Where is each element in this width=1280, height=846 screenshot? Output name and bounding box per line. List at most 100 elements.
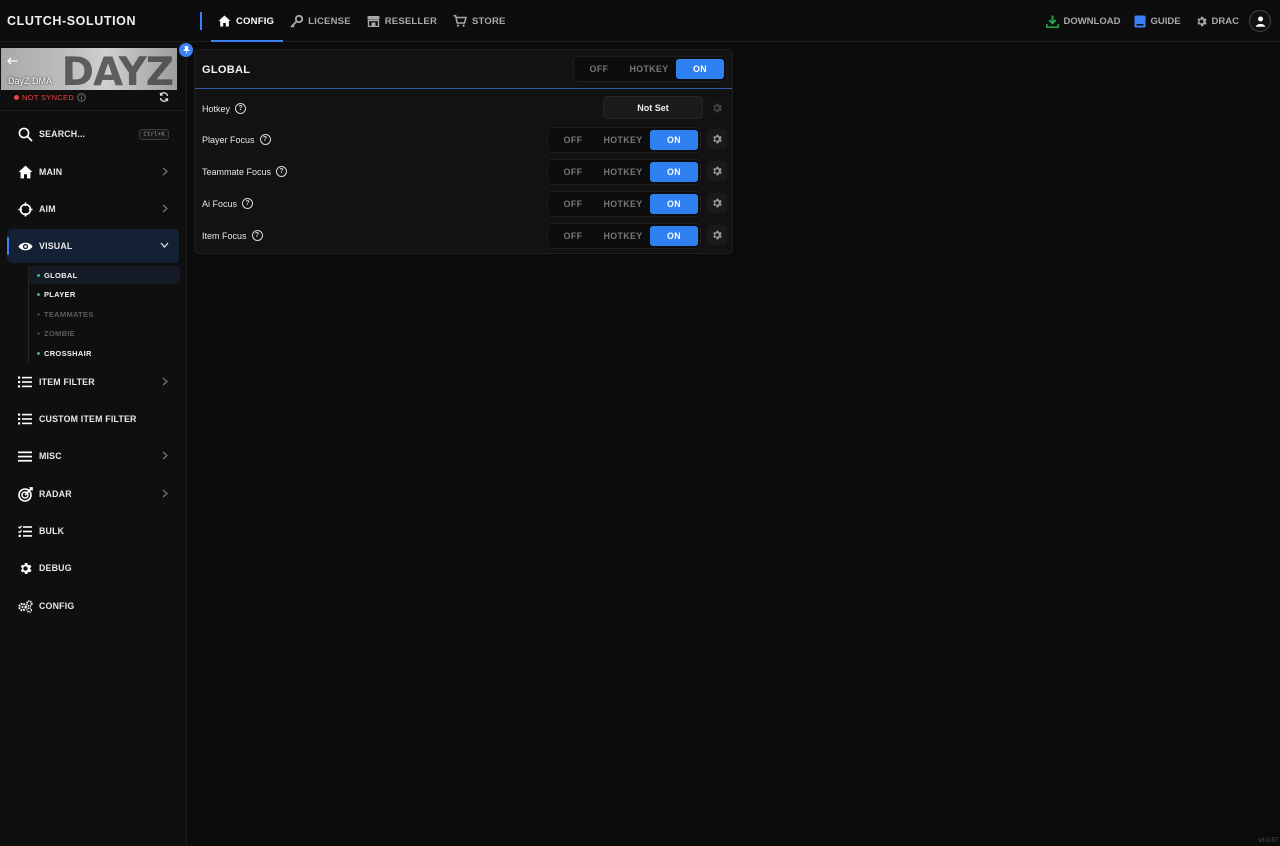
tab-config[interactable]: CONFIG — [210, 0, 284, 42]
menu-icon — [17, 448, 33, 464]
submenu-item-zombie[interactable]: ZOMBIE — [29, 325, 180, 343]
hotkey-row: Hotkey ? Not Set — [195, 94, 732, 124]
pin-button[interactable] — [179, 43, 193, 57]
refresh-button[interactable] — [159, 92, 169, 102]
ai-focus-hotkey-option[interactable]: HOTKEY — [596, 194, 650, 214]
teammate-focus-settings-button[interactable] — [707, 161, 727, 181]
help-icon[interactable]: ? — [235, 103, 247, 114]
tab-license[interactable]: LICENSE — [282, 0, 359, 42]
sidebar-item-label: MISC — [39, 451, 62, 461]
enabled-dot — [37, 293, 40, 296]
help-icon[interactable]: ? — [251, 230, 263, 241]
submenu-item-global[interactable]: GLOBAL — [29, 266, 180, 284]
item-focus-settings-button[interactable] — [707, 225, 727, 245]
game-name: DayZ DMA — [8, 76, 53, 86]
global-settings-panel: GLOBAL OFF HOTKEY ON Hotkey ? Not Set Pl… — [194, 49, 733, 254]
sync-status-label: NOT SYNCED — [22, 93, 75, 102]
list-icon — [17, 374, 33, 390]
hotkey-assign-button[interactable]: Not Set — [603, 96, 703, 119]
user-settings-button[interactable]: DRAC — [1195, 15, 1239, 28]
guide-label: GUIDE — [1150, 15, 1181, 27]
sidebar-item-custom-item-filter[interactable]: CUSTOM ITEM FILTER — [7, 402, 179, 436]
submenu-item-label: PLAYER — [44, 290, 76, 299]
crosshair-icon — [17, 201, 33, 217]
avatar[interactable] — [1249, 10, 1271, 32]
sidebar-item-config[interactable]: CONFIG — [7, 589, 179, 623]
mode-off-option[interactable]: OFF — [576, 59, 622, 79]
back-arrow-icon[interactable] — [7, 57, 18, 65]
player-focus-row: Player Focus ? OFF HOTKEY ON — [195, 125, 732, 155]
submenu-item-crosshair[interactable]: CROSSHAIR — [29, 344, 180, 362]
global-mode-toggle: OFF HOTKEY ON — [573, 56, 727, 82]
gear-icon — [711, 229, 723, 241]
teammate-focus-hotkey-option[interactable]: HOTKEY — [596, 162, 650, 182]
store-icon — [367, 15, 380, 27]
player-focus-on-option[interactable]: ON — [650, 130, 698, 150]
item-focus-hotkey-option[interactable]: HOTKEY — [596, 226, 650, 246]
download-icon — [1046, 15, 1060, 28]
help-icon[interactable]: ? — [276, 166, 288, 177]
tab-license-label: LICENSE — [308, 15, 351, 27]
game-banner[interactable]: DAYZ DayZ DMA — [1, 48, 177, 90]
tab-store-label: STORE — [472, 15, 506, 27]
sidebar-item-misc[interactable]: MISC — [7, 439, 179, 473]
hotkey-settings-button[interactable] — [707, 98, 727, 118]
player-focus-settings-button[interactable] — [707, 129, 727, 149]
ai-focus-off-option[interactable]: OFF — [550, 194, 596, 214]
item-focus-on-option[interactable]: ON — [650, 226, 698, 246]
disabled-dot — [37, 332, 40, 335]
teammate-focus-off-option[interactable]: OFF — [550, 162, 596, 182]
submenu-item-teammates[interactable]: TEAMMATES — [29, 305, 180, 323]
tab-reseller-label: RESELLER — [384, 15, 438, 27]
sidebar-item-label: DEBUG — [39, 563, 72, 573]
item-focus-label: Item Focus — [202, 230, 247, 241]
submenu-item-label: ZOMBIE — [44, 329, 75, 338]
sidebar: DAYZ DayZ DMA NOT SYNCED SEARCH... Ctrl+… — [0, 42, 193, 846]
item-focus-off-option[interactable]: OFF — [550, 226, 596, 246]
sync-status: NOT SYNCED — [14, 93, 86, 102]
pin-icon — [182, 46, 190, 54]
checklist-icon — [17, 523, 33, 539]
search-label: SEARCH... — [39, 129, 86, 139]
sidebar-item-aim[interactable]: AIM — [7, 192, 179, 226]
sidebar-item-visual[interactable]: VISUAL — [7, 229, 179, 263]
chevron-right-icon — [162, 451, 168, 460]
mode-hotkey-option[interactable]: HOTKEY — [622, 59, 676, 79]
mode-on-option[interactable]: ON — [676, 59, 724, 79]
chevron-down-icon — [160, 242, 169, 248]
gear-icon — [1195, 15, 1208, 28]
player-focus-off-option[interactable]: OFF — [550, 130, 596, 150]
sidebar-item-debug[interactable]: DEBUG — [7, 551, 179, 585]
brand-logo[interactable]: CLUTCH-SOLUTION — [7, 14, 136, 28]
user-label: DRAC — [1211, 15, 1239, 27]
teammate-focus-on-option[interactable]: ON — [650, 162, 698, 182]
sidebar-item-label: CONFIG — [39, 601, 75, 611]
sidebar-item-bulk[interactable]: BULK — [7, 514, 179, 548]
tab-config-label: CONFIG — [236, 15, 275, 27]
search-shortcut-badge: Ctrl+K — [139, 129, 169, 140]
guide-button[interactable]: GUIDE — [1134, 15, 1181, 28]
gear-icon — [711, 165, 723, 177]
download-button[interactable]: DOWNLOAD — [1046, 15, 1120, 28]
sidebar-item-label: RADAR — [39, 489, 72, 499]
sidebar-item-item-filter[interactable]: ITEM FILTER — [7, 365, 179, 399]
tab-store[interactable]: STORE — [445, 0, 514, 42]
submenu-item-player[interactable]: PLAYER — [29, 286, 180, 304]
sidebar-item-radar[interactable]: RADAR — [7, 477, 179, 511]
teammate-focus-toggle: OFF HOTKEY ON — [547, 159, 701, 185]
nav-separator — [200, 12, 202, 30]
help-icon[interactable]: ? — [259, 134, 271, 145]
sidebar-search[interactable]: SEARCH... Ctrl+K — [7, 117, 179, 151]
tab-reseller[interactable]: RESELLER — [359, 0, 445, 42]
sidebar-item-main[interactable]: MAIN — [7, 155, 179, 189]
help-icon[interactable]: ? — [242, 198, 254, 209]
teammate-focus-label: Teammate Focus — [202, 166, 272, 177]
teammate-focus-label-group: Teammate Focus ? — [202, 166, 288, 177]
ai-focus-settings-button[interactable] — [707, 193, 727, 213]
radar-icon — [17, 486, 33, 502]
player-focus-hotkey-option[interactable]: HOTKEY — [596, 130, 650, 150]
player-focus-label-group: Player Focus ? — [202, 134, 271, 145]
ai-focus-on-option[interactable]: ON — [650, 194, 698, 214]
info-icon[interactable] — [77, 93, 86, 102]
item-focus-toggle: OFF HOTKEY ON — [547, 223, 701, 249]
